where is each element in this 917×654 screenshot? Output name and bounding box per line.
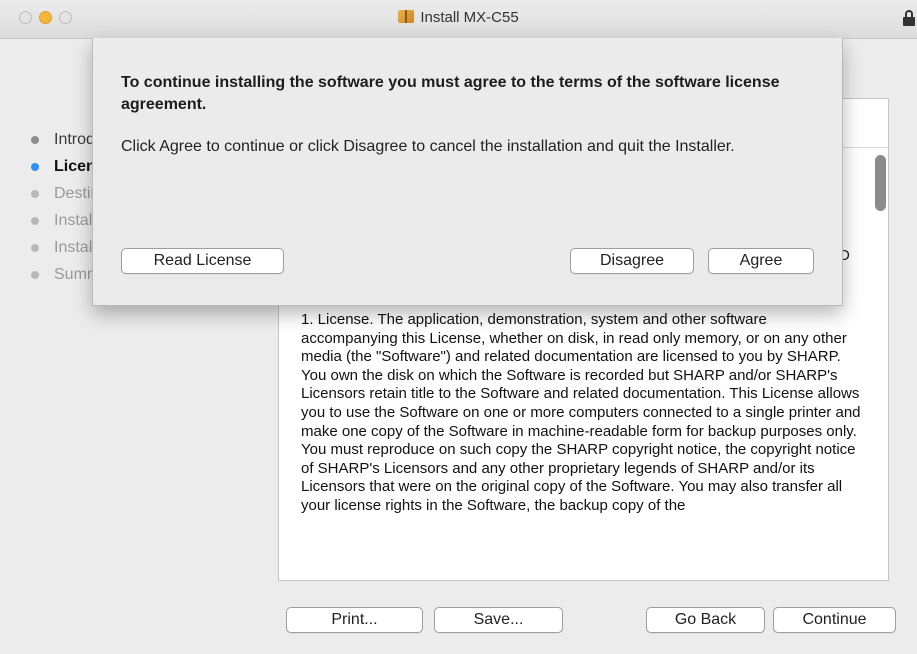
window-title: Install MX-C55 <box>0 9 917 26</box>
continue-button[interactable]: Continue <box>773 607 896 633</box>
go-back-button[interactable]: Go Back <box>646 607 765 633</box>
package-icon <box>398 10 415 23</box>
step-dot-icon <box>31 136 39 144</box>
sheet-heading: To continue installing the software you … <box>121 74 780 113</box>
step-dot-icon <box>31 217 39 225</box>
print-button[interactable]: Print... <box>286 607 423 633</box>
lock-icon <box>903 10 915 26</box>
disagree-button[interactable]: Disagree <box>570 248 694 274</box>
step-dot-icon <box>31 163 39 171</box>
step-dot-icon <box>31 190 39 198</box>
read-license-button[interactable]: Read License <box>121 248 284 274</box>
vertical-scrollbar[interactable] <box>875 155 886 211</box>
title-bar: Install MX-C55 <box>0 0 917 39</box>
step-dot-icon <box>31 244 39 252</box>
sheet-message: Click Agree to continue or click Disagre… <box>121 138 735 155</box>
license-text: 1. License. The application, demonstrati… <box>301 311 861 514</box>
license-agreement-sheet: To continue installing the software you … <box>92 38 843 306</box>
window-title-text: Install MX-C55 <box>420 9 519 26</box>
installer-window: Install MX-C55 Introduction License Dest… <box>0 0 917 654</box>
agree-button[interactable]: Agree <box>708 248 814 274</box>
save-button[interactable]: Save... <box>434 607 563 633</box>
step-dot-icon <box>31 271 39 279</box>
